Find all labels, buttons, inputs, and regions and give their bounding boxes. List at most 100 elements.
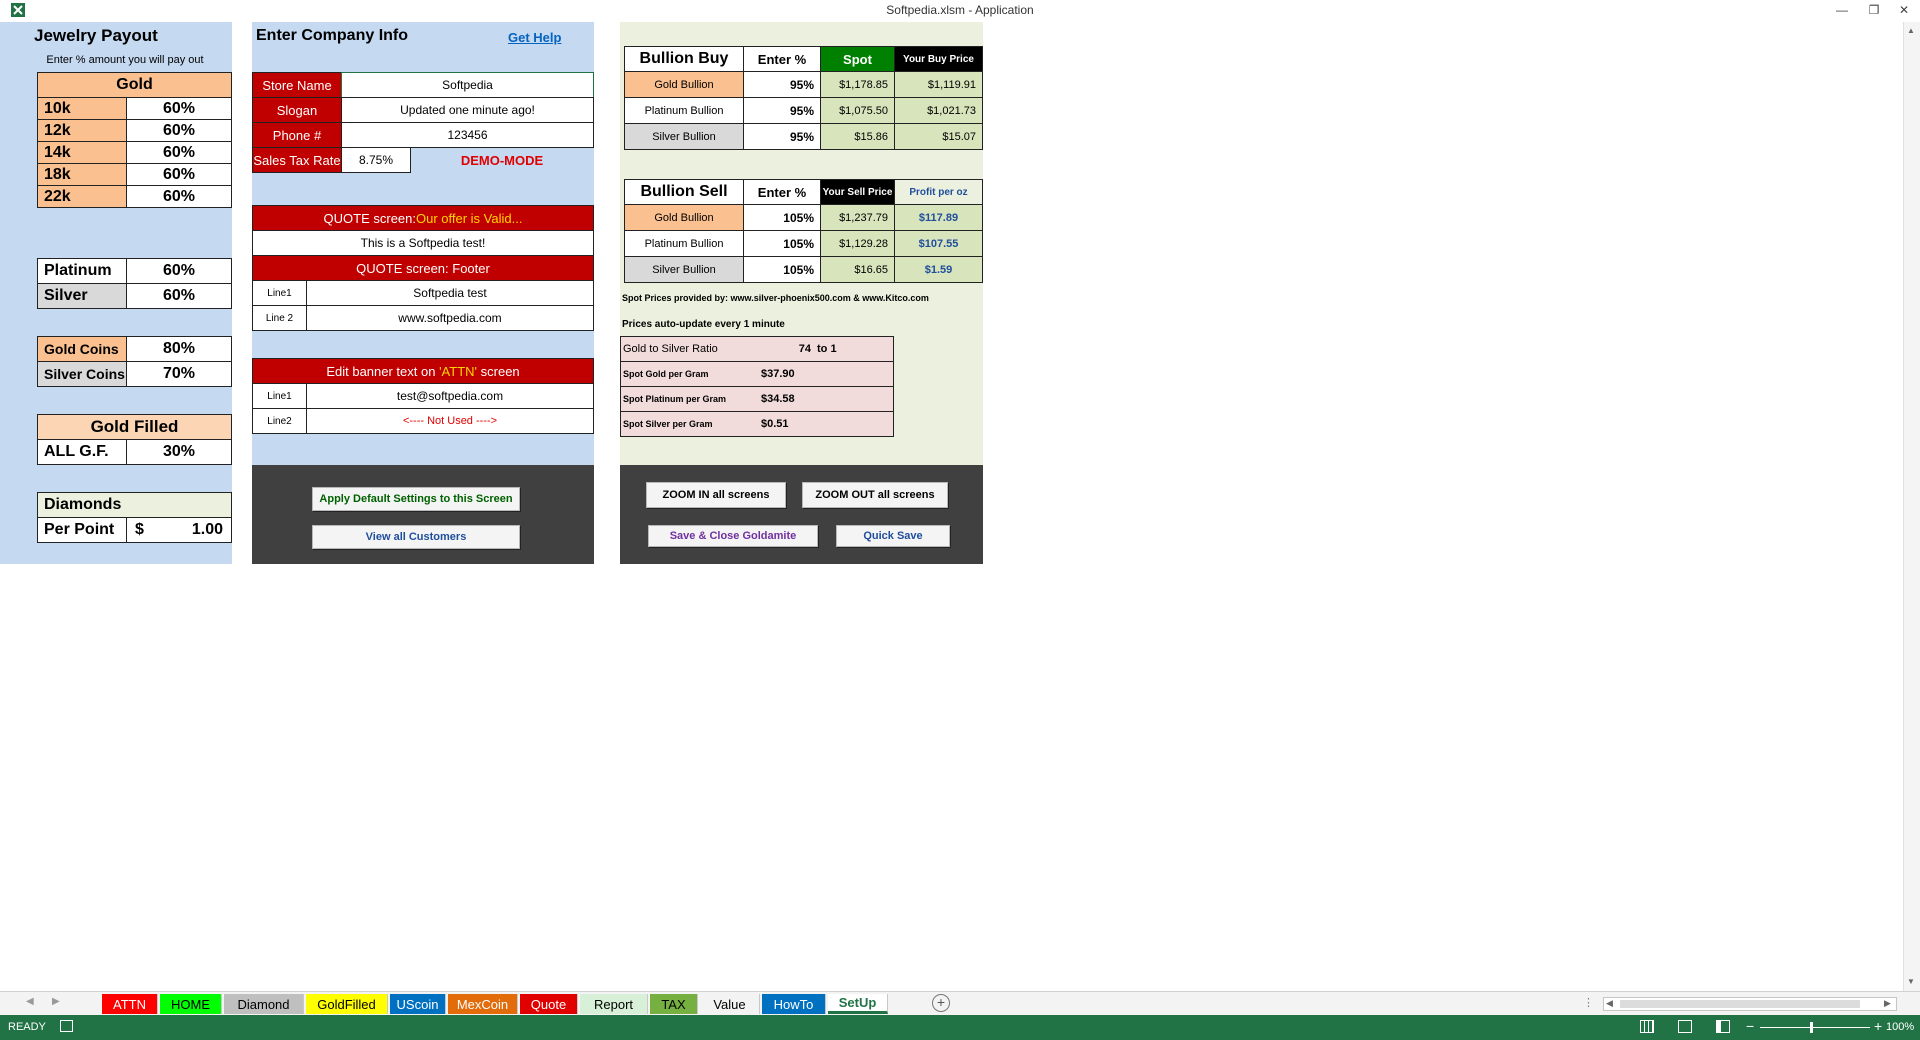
auto-update-note: Prices auto-update every 1 minute bbox=[622, 318, 785, 330]
bullion-sell-pct-input[interactable]: 105% bbox=[743, 256, 821, 283]
gold-coins-pct-input[interactable]: 80% bbox=[126, 336, 232, 362]
save-close-button[interactable]: Save & Close Goldamite bbox=[648, 525, 818, 547]
bullion-buy-pct-input[interactable]: 95% bbox=[743, 71, 821, 98]
sheet-tab[interactable]: GoldFilled bbox=[306, 994, 388, 1014]
horizontal-scrollbar[interactable]: ◀ ▶ bbox=[1603, 997, 1897, 1011]
scroll-up-icon[interactable]: ▲ bbox=[1907, 26, 1915, 35]
gold-coins-label: Gold Coins bbox=[37, 336, 127, 362]
spot-platinum-gram-row: Spot Platinum per Gram $34.58 bbox=[620, 386, 894, 412]
bullion-sell-title: Bullion Sell bbox=[624, 179, 744, 205]
quote-text-input[interactable]: This is a Softpedia test! bbox=[252, 230, 594, 256]
scroll-down-icon[interactable]: ▼ bbox=[1907, 977, 1915, 986]
sheet-tab[interactable]: UScoin bbox=[390, 994, 446, 1014]
all-gf-pct-input[interactable]: 30% bbox=[126, 439, 232, 465]
sheet-tab[interactable]: Quote bbox=[520, 994, 578, 1014]
sheet-tab[interactable]: Value bbox=[700, 994, 760, 1014]
footer-line2-label: Line 2 bbox=[252, 305, 307, 331]
phone-input[interactable]: 123456 bbox=[341, 122, 594, 148]
tab-scroll-right-icon[interactable]: ▶ bbox=[52, 996, 60, 1007]
gold-silver-ratio-suffix: to 1 bbox=[817, 343, 837, 355]
karat-pct-input[interactable]: 60% bbox=[126, 97, 232, 120]
sheet-tab[interactable]: SetUp bbox=[828, 994, 888, 1014]
title-bar: Softpedia.xlsm - Application — ❐ ✕ bbox=[0, 0, 1920, 22]
sheet-tab[interactable]: HowTo bbox=[762, 994, 826, 1014]
bullion-sell-profit-header: Profit per oz bbox=[894, 179, 983, 205]
window-title: Softpedia.xlsm - Application bbox=[886, 3, 1034, 17]
per-point-currency: $ bbox=[135, 521, 144, 538]
hscroll-thumb[interactable] bbox=[1620, 1000, 1860, 1008]
view-all-customers-button[interactable]: View all Customers bbox=[312, 525, 520, 549]
footer-line1-input[interactable]: Softpedia test bbox=[306, 280, 594, 306]
per-point-input[interactable]: $ 1.00 bbox=[126, 517, 232, 543]
silver-coins-label: Silver Coins bbox=[37, 361, 127, 387]
close-button[interactable]: ✕ bbox=[1894, 2, 1914, 18]
add-sheet-icon[interactable]: + bbox=[932, 994, 950, 1012]
macro-record-icon[interactable] bbox=[60, 1020, 73, 1032]
store-name-input[interactable]: Softpedia bbox=[341, 72, 594, 98]
all-gf-label: ALL G.F. bbox=[37, 439, 127, 465]
sheet-tab[interactable]: MexCoin bbox=[448, 994, 518, 1014]
slogan-input[interactable]: Updated one minute ago! bbox=[341, 97, 594, 123]
bullion-buy-price: $15.07 bbox=[894, 123, 983, 150]
page-break-icon[interactable] bbox=[1716, 1020, 1730, 1033]
quick-save-button[interactable]: Quick Save bbox=[836, 525, 950, 547]
sheet-tab[interactable]: TAX bbox=[650, 994, 698, 1014]
bullion-buy-spot-header: Spot bbox=[820, 46, 895, 72]
spot-platinum-gram-label: Spot Platinum per Gram bbox=[623, 394, 727, 404]
tab-scroll-left-icon[interactable]: ◀ bbox=[26, 996, 34, 1007]
spot-silver-gram-row: Spot Silver per Gram $0.51 bbox=[620, 411, 894, 437]
banner-header-prefix: Edit banner text on bbox=[326, 363, 440, 379]
zoom-level[interactable]: 100% bbox=[1886, 1021, 1914, 1033]
restore-button[interactable]: ❐ bbox=[1864, 2, 1884, 18]
bullion-buy-pct-input[interactable]: 95% bbox=[743, 97, 821, 124]
zoom-in-icon[interactable]: + bbox=[1874, 1018, 1882, 1034]
jewelry-payout-subtitle: Enter % amount you will pay out bbox=[46, 54, 204, 66]
zoom-in-button[interactable]: ZOOM IN all screens bbox=[646, 482, 786, 508]
sheet-tab[interactable]: Report bbox=[580, 994, 648, 1014]
bullion-buy-price-header: Your Buy Price bbox=[894, 46, 983, 72]
gold-silver-ratio-label: Gold to Silver Ratio bbox=[623, 343, 718, 355]
zoom-out-icon[interactable]: − bbox=[1746, 1018, 1754, 1034]
platinum-label: Platinum bbox=[37, 258, 127, 284]
jewelry-payout-title: Jewelry Payout bbox=[34, 26, 158, 45]
silver-coins-pct-input[interactable]: 70% bbox=[126, 361, 232, 387]
per-point-value: 1.00 bbox=[191, 521, 223, 538]
normal-view-icon[interactable] bbox=[1640, 1020, 1654, 1033]
bullion-sell-pct-input[interactable]: 105% bbox=[743, 230, 821, 257]
hscroll-left-icon[interactable]: ◀ bbox=[1606, 998, 1613, 1009]
hscroll-right-icon[interactable]: ▶ bbox=[1884, 998, 1891, 1009]
karat-pct-input[interactable]: 60% bbox=[126, 185, 232, 208]
sheet-tab[interactable]: Diamond bbox=[224, 994, 304, 1014]
banner-line1-input[interactable]: test@softpedia.com bbox=[306, 383, 594, 409]
karat-pct-input[interactable]: 60% bbox=[126, 141, 232, 164]
sales-tax-input[interactable]: 8.75% bbox=[341, 147, 411, 173]
apply-default-settings-button[interactable]: Apply Default Settings to this Screen bbox=[312, 487, 520, 511]
split-handle-icon[interactable]: ⋮ bbox=[1583, 996, 1594, 1009]
bullion-sell-pct-input[interactable]: 105% bbox=[743, 204, 821, 231]
platinum-pct-input[interactable]: 60% bbox=[126, 258, 232, 284]
company-info-title: Enter Company Info bbox=[256, 27, 409, 44]
phone-label: Phone # bbox=[252, 122, 342, 148]
gold-header: Gold bbox=[37, 72, 232, 98]
minimize-button[interactable]: — bbox=[1832, 2, 1852, 18]
bullion-sell-name: Platinum Bullion bbox=[624, 230, 744, 257]
spot-prices-provided-note: Spot Prices provided by: www.silver-phoe… bbox=[622, 293, 929, 303]
sheet-tab[interactable]: HOME bbox=[160, 994, 222, 1014]
footer-line2-input[interactable]: www.softpedia.com bbox=[306, 305, 594, 331]
sheet-tab[interactable]: ATTN bbox=[102, 994, 158, 1014]
vertical-scrollbar[interactable]: ▲ ▼ bbox=[1903, 22, 1920, 991]
page-layout-icon[interactable] bbox=[1678, 1020, 1692, 1033]
karat-pct-input[interactable]: 60% bbox=[126, 119, 232, 142]
zoom-out-button[interactable]: ZOOM OUT all screens bbox=[802, 482, 948, 508]
silver-pct-input[interactable]: 60% bbox=[126, 283, 232, 309]
banner-line2-input[interactable]: <---- Not Used ----> bbox=[306, 408, 594, 434]
zoom-slider-thumb[interactable] bbox=[1810, 1022, 1813, 1033]
bullion-buy-pct-input[interactable]: 95% bbox=[743, 123, 821, 150]
karat-pct-input[interactable]: 60% bbox=[126, 163, 232, 186]
zoom-slider-track[interactable] bbox=[1760, 1027, 1870, 1028]
bullion-sell-price: $1,129.28 bbox=[820, 230, 895, 257]
banner-header: Edit banner text on 'ATTN' screen bbox=[252, 358, 594, 384]
get-help-link[interactable]: Get Help bbox=[508, 27, 588, 47]
bullion-buy-spot: $15.86 bbox=[820, 123, 895, 150]
bullion-sell-enter-header: Enter % bbox=[743, 179, 821, 205]
